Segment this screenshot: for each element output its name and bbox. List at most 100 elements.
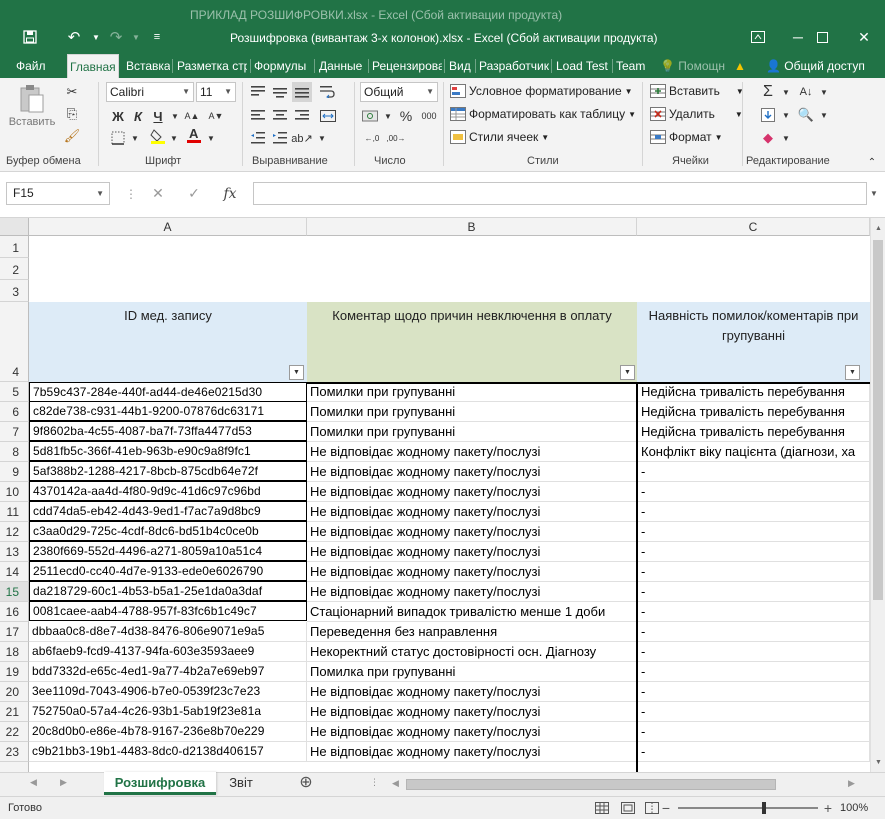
conditional-formatting-button[interactable]: Условное форматирование ▼ xyxy=(450,83,633,99)
zoom-level[interactable]: 100% xyxy=(840,802,868,814)
cell-errors[interactable]: - xyxy=(637,682,870,702)
cell-comment[interactable]: Не відповідає жодному пакету/послузі xyxy=(307,722,637,742)
cell-comment[interactable]: Не відповідає жодному пакету/послузі xyxy=(307,702,637,722)
cell-id[interactable]: 2380f669-552d-4496-a271-8059a10a51c4 xyxy=(29,541,307,561)
cell-errors[interactable]: - xyxy=(637,502,870,522)
cell-errors[interactable]: Недійсна тривалість перебування xyxy=(637,422,870,442)
cell-comment[interactable]: Помилки при групуванні xyxy=(307,382,637,402)
row-header[interactable]: 10 xyxy=(0,482,29,502)
scroll-right-icon[interactable]: ▶ xyxy=(848,778,855,789)
tab-data[interactable]: Данные xyxy=(317,54,367,78)
cell-id[interactable]: c3aa0d29-725c-4cdf-8dc6-bd51b4c0ce0b xyxy=(29,521,307,541)
cell-errors[interactable]: - xyxy=(637,702,870,722)
cell-id[interactable]: 0081caee-aab4-4788-957f-83fc6b1c49c7 xyxy=(29,601,307,621)
horizontal-scroll-thumb[interactable] xyxy=(406,779,776,790)
spreadsheet-grid[interactable]: A B C 1 2 3 4 ID мед. запису Коментар що… xyxy=(0,218,870,772)
cell-styles-button[interactable]: Стили ячеек ▼ xyxy=(450,129,549,145)
autosum-icon[interactable]: Σ xyxy=(758,82,778,102)
cell-comment[interactable]: Стаціонарний випадок тривалістю менше 1 … xyxy=(307,602,637,622)
cell-comment[interactable]: Не відповідає жодному пакету/послузі xyxy=(307,742,637,762)
sort-filter-dropdown-icon[interactable]: ▼ xyxy=(814,82,834,102)
zoom-in-icon[interactable]: + xyxy=(820,800,836,816)
italic-button[interactable]: К xyxy=(128,106,148,126)
row-header[interactable]: 21 xyxy=(0,702,29,722)
clear-icon[interactable]: ◆ xyxy=(758,128,778,148)
cell-id[interactable]: da218729-60c1-4b53-b5a1-25e1da0a3daf xyxy=(29,581,307,601)
cell-comment[interactable]: Не відповідає жодному пакету/послузі xyxy=(307,542,637,562)
row-header[interactable]: 9 xyxy=(0,462,29,482)
cell-id[interactable]: 9f8602ba-4c55-4087-ba7f-73ffa4477d53 xyxy=(29,421,307,441)
row-header[interactable]: 14 xyxy=(0,562,29,582)
undo-icon[interactable]: ↶ xyxy=(62,26,86,48)
tab-formulas[interactable]: Формулы xyxy=(252,54,312,78)
tab-developer[interactable]: Разработчик xyxy=(477,54,549,78)
collapse-ribbon-icon[interactable]: ⌃ xyxy=(862,152,882,172)
font-shrink-icon[interactable]: A▼ xyxy=(206,106,226,126)
row-header[interactable]: 3 xyxy=(0,280,29,302)
fill-icon[interactable] xyxy=(758,105,778,125)
cell-errors[interactable]: - xyxy=(637,462,870,482)
cell-id[interactable]: 2511ecd0-cc40-4d7e-9133-ede0e6026790 xyxy=(29,561,307,581)
row-header[interactable]: 16 xyxy=(0,602,29,622)
format-cells-button[interactable]: Формат ▼ xyxy=(650,129,723,145)
cell-errors[interactable]: Недійсна тривалість перебування xyxy=(637,382,870,402)
tab-team[interactable]: Team xyxy=(614,54,650,78)
increase-decimal-icon[interactable]: ←,0 xyxy=(362,128,382,148)
align-center-icon[interactable] xyxy=(270,106,290,126)
tab-split-handle-icon[interactable]: ⋮ xyxy=(370,777,379,788)
formula-input[interactable] xyxy=(253,182,867,205)
accounting-dropdown-icon[interactable]: ▼ xyxy=(378,106,398,126)
cell-id[interactable]: c9b21bb3-19b1-4483-8dc0-d2138d406157 xyxy=(29,742,307,762)
column-header-c[interactable]: C xyxy=(637,218,870,236)
row-header[interactable]: 19 xyxy=(0,662,29,682)
cell-errors[interactable]: - xyxy=(637,662,870,682)
normal-view-icon[interactable] xyxy=(594,800,610,816)
row-header[interactable]: 7 xyxy=(0,422,29,442)
format-as-table-button[interactable]: Форматировать как таблицу ▼ xyxy=(450,106,636,122)
tab-file[interactable]: Файл xyxy=(14,54,54,78)
cell-id[interactable]: 5d81fb5c-366f-41eb-963b-e90c9a8f9fc1 xyxy=(29,441,307,461)
tab-page-layout[interactable]: Разметка стр xyxy=(175,54,247,78)
cell-errors[interactable]: - xyxy=(637,562,870,582)
merge-center-icon[interactable] xyxy=(318,106,338,126)
row-header[interactable]: 17 xyxy=(0,622,29,642)
cell-id[interactable]: ab6faeb9-fcd9-4137-94fa-603e3593aee9 xyxy=(29,642,307,662)
cell-id[interactable]: bdd7332d-e65c-4ed1-9a77-4b2a7e69eb97 xyxy=(29,662,307,682)
align-bottom-icon[interactable] xyxy=(292,82,312,102)
cell-comment[interactable]: Помилки при групуванні xyxy=(307,402,637,422)
scroll-up-icon[interactable]: ▲ xyxy=(871,220,885,236)
fill-dropdown-icon[interactable]: ▼ xyxy=(776,105,796,125)
cell-errors[interactable]: - xyxy=(637,522,870,542)
cell-comment[interactable]: Не відповідає жодному пакету/послузі xyxy=(307,582,637,602)
decrease-indent-icon[interactable] xyxy=(248,128,268,148)
cell-errors[interactable]: - xyxy=(637,742,870,762)
tab-view[interactable]: Вид xyxy=(447,54,473,78)
insert-function-icon[interactable]: fx xyxy=(218,182,242,205)
cell-comment[interactable]: Не відповідає жодному пакету/послузі xyxy=(307,562,637,582)
cell-id[interactable]: 20c8d0b0-e86e-4b78-9167-236e8b70e229 xyxy=(29,722,307,742)
column-header-a[interactable]: A xyxy=(29,218,307,236)
autosum-dropdown-icon[interactable]: ▼ xyxy=(776,82,796,102)
cell-id[interactable]: dbbaa0c8-d8e7-4d38-8476-806e9071e9a5 xyxy=(29,622,307,642)
expand-formula-bar-icon[interactable]: ▼ xyxy=(866,182,882,205)
row-header[interactable]: 15 xyxy=(0,582,29,602)
format-painter-icon[interactable]: 🖌 xyxy=(62,126,82,146)
clear-dropdown-icon[interactable]: ▼ xyxy=(776,128,796,148)
tell-me-search[interactable]: 💡 Помощн xyxy=(658,54,732,78)
comma-style-icon[interactable]: 000 xyxy=(418,106,440,126)
decrease-decimal-icon[interactable]: ,00→ xyxy=(386,128,406,148)
filter-dropdown-icon[interactable]: ▼ xyxy=(620,365,635,380)
zoom-slider[interactable] xyxy=(678,802,818,814)
insert-cells-button[interactable]: Вставить ▼ xyxy=(650,83,744,99)
cell-errors[interactable]: - xyxy=(637,602,870,622)
zoom-slider-knob[interactable] xyxy=(762,802,766,814)
cell-id[interactable]: 752750a0-57a4-4c26-93b1-5ab19f23e81a xyxy=(29,702,307,722)
cell-id[interactable]: c82de738-c931-44b1-9200-07876dc63171 xyxy=(29,401,307,421)
fill-color-dropdown-icon[interactable]: ▼ xyxy=(164,128,184,148)
sheet-tab-rozshyfrovka[interactable]: Розшифровка xyxy=(104,772,216,795)
row-header[interactable]: 23 xyxy=(0,742,29,762)
align-middle-icon[interactable] xyxy=(270,82,290,102)
copy-icon[interactable]: ⎘ xyxy=(62,104,82,124)
tab-review[interactable]: Рецензирова xyxy=(370,54,442,78)
cell-comment[interactable]: Не відповідає жодному пакету/послузі xyxy=(307,462,637,482)
